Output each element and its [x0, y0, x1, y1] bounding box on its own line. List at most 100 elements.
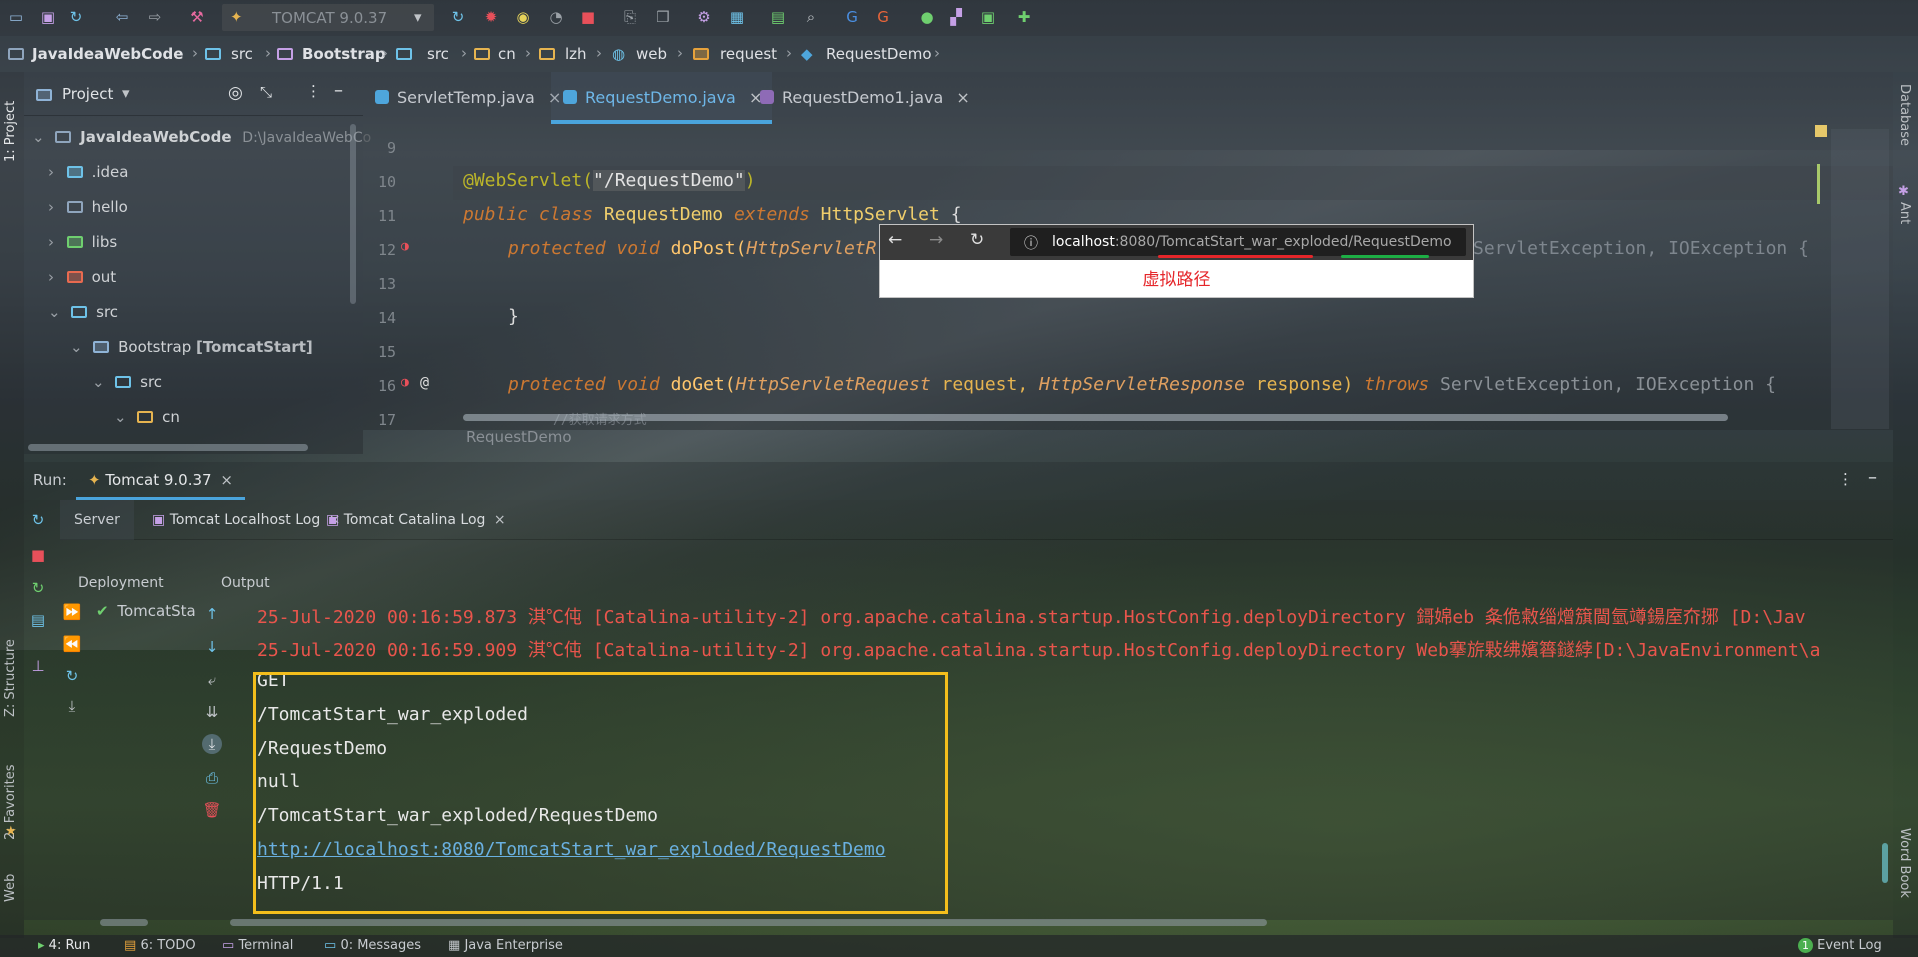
breadcrumb-requestdemo[interactable]: RequestDemo [826, 45, 932, 63]
breadcrumb-web[interactable]: web [636, 45, 667, 63]
undeploy-icon[interactable]: ⏪ [62, 634, 82, 654]
tree-row-out[interactable]: › out [48, 268, 116, 292]
terminal-icon[interactable]: ▤ [768, 7, 788, 27]
puzzle-plugin-icon[interactable]: ✚ [1014, 7, 1034, 27]
java-enterprise-status-button[interactable]: ▦ Java Enterprise [448, 938, 563, 953]
output-horizontal-scrollbar[interactable] [230, 919, 1267, 926]
build-hammer-icon[interactable]: ⚒ [187, 7, 207, 27]
coverage-icon[interactable]: ◉ [513, 7, 533, 27]
breadcrumb-lzh[interactable]: lzh [565, 45, 587, 63]
collapse-all-icon[interactable]: ⤡ [260, 83, 272, 101]
tree-row-src[interactable]: ⌄ src [48, 303, 118, 327]
profile-icon[interactable]: ◔ [546, 7, 566, 27]
tree-row-bootstrap[interactable]: ⌄ Bootstrap [TomcatStart] [70, 338, 313, 362]
layout-icon[interactable]: ▤ [28, 610, 48, 630]
deployment-scrollbar[interactable] [100, 919, 148, 926]
breadcrumb-request[interactable]: request [720, 45, 777, 63]
debug-bug-icon[interactable]: ✹ [481, 7, 501, 27]
plugin-dot-icon[interactable]: ● [917, 7, 937, 27]
run-configuration-selector[interactable]: ✦ TOMCAT 9.0.37 ▾ [222, 4, 434, 31]
messages-status-button[interactable]: ▭ 0: Messages [324, 938, 421, 953]
event-log-status-button[interactable]: 1 Event Log [1798, 938, 1882, 953]
settings-gear-icon[interactable]: ⚙ [694, 7, 714, 27]
scroll-up-icon[interactable]: ↑ [202, 604, 222, 624]
print-icon[interactable]: ⎙ [202, 768, 222, 788]
project-panel-title[interactable]: Project [62, 85, 113, 103]
subtab-server[interactable]: Server [60, 500, 134, 540]
browser-url-bar[interactable]: ⓘ localhost:8080/TomcatStart_war_explode… [1010, 228, 1466, 256]
browser-reload-icon[interactable]: ↻ [970, 230, 984, 250]
tab-requestdemo1[interactable]: RequestDemo1.java × [748, 72, 980, 124]
override-marker-icon[interactable]: ◑ [401, 375, 409, 390]
breadcrumb-src[interactable]: src [231, 45, 253, 63]
stop-icon[interactable]: ■ [28, 545, 48, 565]
soft-wrap-icon[interactable]: ⤶ [202, 670, 222, 690]
forward-arrow-icon[interactable]: ⇨ [145, 7, 165, 27]
save-icon[interactable]: ▣ [38, 7, 58, 27]
rerun-icon[interactable]: ↻ [28, 510, 48, 530]
run-status-button[interactable]: ▸ 4: Run [38, 938, 90, 953]
tree-row-project-root[interactable]: ⌄ JavaIdeaWebCode D:\JavaIdeaWebCo [32, 128, 371, 152]
update-app-icon[interactable]: ↻ [28, 578, 48, 598]
run-tab-tomcat[interactable]: ✦ Tomcat 9.0.37 × [76, 462, 245, 500]
minimize-panel-icon[interactable]: – [1868, 467, 1877, 488]
breadcrumb-src-2[interactable]: src [427, 45, 449, 63]
stop-icon[interactable]: ■ [578, 7, 598, 27]
refresh-icon[interactable]: ↻ [62, 666, 82, 686]
terminal-status-button[interactable]: ▭ Terminal [222, 938, 293, 953]
sync-icon[interactable]: ↻ [66, 7, 86, 27]
ant-tool-window-button[interactable]: Ant [1897, 202, 1912, 242]
translate-google-icon[interactable]: G [842, 7, 862, 27]
word-book-tool-window-button[interactable]: Word Book [1897, 828, 1912, 928]
structure-tool-window-button[interactable]: Z: Structure [3, 622, 18, 717]
translate-alt-icon[interactable]: G [873, 7, 893, 27]
pin-icon[interactable]: ⊥ [28, 656, 48, 676]
scroll-to-end-icon[interactable]: ⇊ [202, 702, 222, 722]
tree-row-cn[interactable]: ⌄ cn [114, 408, 180, 432]
editor-footer-breadcrumb[interactable]: RequestDemo [466, 428, 572, 446]
breadcrumb-cn[interactable]: cn [498, 45, 516, 63]
minimize-panel-icon[interactable]: – [334, 80, 343, 101]
layers-icon[interactable]: ❒ [653, 7, 673, 27]
inspection-status-icon[interactable] [1815, 125, 1827, 137]
deployment-item[interactable]: ✔ TomcatSta [96, 602, 196, 620]
back-arrow-icon[interactable]: ⇦ [112, 7, 132, 27]
tree-row-idea[interactable]: › .idea [48, 163, 128, 187]
tab-servlettemp[interactable]: ServletTemp.java × [363, 72, 571, 124]
close-icon[interactable]: × [494, 512, 506, 528]
browser-forward-icon[interactable]: → [929, 230, 943, 250]
chevron-down-icon[interactable]: ▾ [122, 84, 130, 102]
grid-plugin-icon[interactable]: ▞ [946, 7, 966, 27]
project-vertical-scrollbar[interactable] [350, 124, 356, 304]
search-icon[interactable]: ⌕ [801, 7, 821, 27]
tree-row-hello[interactable]: › hello [48, 198, 128, 222]
project-structure-icon[interactable]: ▦ [727, 7, 747, 27]
override-marker-icon[interactable]: ◑ [401, 239, 409, 254]
open-folder-icon[interactable]: ▭ [6, 7, 26, 27]
editor-horizontal-scrollbar[interactable] [463, 414, 1728, 421]
rerun-icon[interactable]: ↻ [448, 7, 468, 27]
project-tool-window-button[interactable]: 1: Project [3, 82, 18, 162]
browser-back-icon[interactable]: ← [888, 230, 902, 250]
close-icon[interactable]: × [220, 471, 233, 489]
attach-icon[interactable]: ⎘ [620, 7, 640, 27]
download-icon[interactable]: ⤓ [202, 734, 222, 754]
breadcrumb-bootstrap[interactable]: Bootstrap [302, 45, 386, 63]
tree-row-src-2[interactable]: ⌄ src [92, 373, 162, 397]
tree-row-libs[interactable]: › libs [48, 233, 117, 257]
subtab-catalina-log[interactable]: ▣ Tomcat Catalina Log × [318, 500, 514, 540]
project-horizontal-scrollbar[interactable] [28, 444, 308, 451]
database-tool-window-button[interactable]: Database [1897, 84, 1912, 164]
more-options-icon[interactable]: ⋮ [1838, 470, 1853, 488]
clear-trash-icon[interactable]: 🗑 [202, 800, 222, 820]
todo-status-button[interactable]: ▤ 6: TODO [124, 938, 196, 953]
more-options-icon[interactable]: ⋮ [306, 82, 321, 100]
scroll-down-icon[interactable]: ↓ [202, 637, 222, 657]
close-icon[interactable]: × [956, 88, 969, 107]
deploy-all-icon[interactable]: ⏩ [62, 602, 82, 622]
layout-plugin-icon[interactable]: ▣ [978, 7, 998, 27]
breadcrumb-project[interactable]: JavaIdeaWebCode [32, 45, 183, 63]
tab-requestdemo[interactable]: RequestDemo.java × [551, 72, 773, 124]
build-artifact-icon[interactable]: ⤓ [62, 696, 82, 716]
locate-target-icon[interactable]: ◎ [228, 83, 243, 103]
